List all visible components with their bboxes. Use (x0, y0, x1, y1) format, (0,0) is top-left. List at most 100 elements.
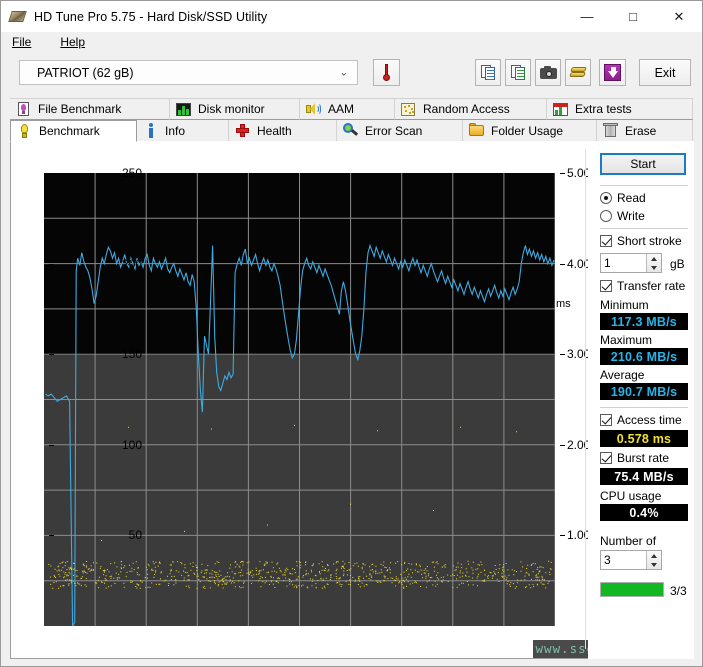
tab-disk-monitor[interactable]: Disk monitor (170, 98, 300, 120)
window-title: HD Tune Pro 5.75 - Hard Disk/SSD Utility (34, 10, 267, 24)
short-stroke-check-indicator (600, 235, 612, 247)
transfer-rate-check-indicator (600, 280, 612, 292)
checkbox-short-stroke[interactable]: Short stroke (600, 234, 682, 248)
average-label: Average (600, 368, 644, 382)
maximum-label: Maximum (600, 333, 652, 347)
screenshot-button[interactable] (535, 59, 561, 86)
hard-disk-icon (10, 9, 27, 24)
divider-3 (600, 407, 688, 408)
tab-info[interactable]: Info (137, 120, 229, 142)
burst-rate-label: Burst rate (617, 451, 669, 465)
tab-benchmark[interactable]: Benchmark (10, 120, 137, 142)
toolbar: PATRIOT (62 gB) ⌄ – °C Exit (1, 52, 702, 96)
y-axis-left-tick: 100 (102, 438, 142, 452)
passes-stepper[interactable] (646, 551, 661, 569)
exit-button[interactable]: Exit (639, 59, 691, 86)
drive-select-value: PATRIOT (62 gB) (37, 66, 134, 80)
tab-file-benchmark[interactable]: File Benchmark (10, 98, 170, 120)
menu-file-label: File (12, 35, 31, 49)
tab-disk-monitor-label: Disk monitor (198, 102, 265, 116)
checkbox-access-time[interactable]: Access time (600, 413, 682, 427)
tab-bar: File Benchmark Disk monitor AAM Random A… (10, 98, 693, 142)
y-axis-left-tickmark (49, 535, 54, 536)
y-axis-left-tickmark (49, 264, 54, 265)
checkbox-transfer-rate[interactable]: Transfer rate (600, 279, 685, 293)
tab-file-benchmark-label: File Benchmark (38, 102, 121, 116)
tab-erase[interactable]: Erase (597, 120, 693, 142)
y-axis-left-tick: 200 (102, 257, 142, 271)
tab-folder-usage[interactable]: Folder Usage (463, 120, 597, 142)
divider-2 (600, 228, 688, 229)
transfer-rate-label: Transfer rate (617, 279, 685, 293)
start-button[interactable]: Start (600, 153, 686, 175)
divider-1 (600, 185, 688, 186)
tab-extra-tests-label: Extra tests (575, 102, 632, 116)
gold-bars-icon (570, 66, 586, 79)
passes-input[interactable]: 3 (600, 550, 662, 570)
tab-info-label: Info (165, 124, 185, 138)
short-stroke-stepper[interactable] (646, 254, 661, 272)
temperature-button[interactable] (373, 59, 400, 86)
stepper-up-icon[interactable] (647, 254, 661, 263)
disk-monitor-icon (176, 102, 191, 117)
y-axis-left-tick: 50 (102, 528, 142, 542)
copy-image-button[interactable] (505, 59, 531, 86)
chart-canvas (44, 173, 555, 626)
minimum-value: 117.3 MB/s (600, 313, 688, 330)
y-axis-left-tickmark (49, 354, 54, 355)
minimize-button[interactable]: — (564, 1, 610, 32)
copy-document-icon (481, 65, 496, 80)
tab-folder-usage-label: Folder Usage (491, 124, 563, 138)
title-bar: HD Tune Pro 5.75 - Hard Disk/SSD Utility… (1, 1, 702, 32)
tab-health[interactable]: Health (229, 120, 337, 142)
random-access-icon (401, 102, 416, 117)
close-button[interactable]: ✕ (656, 1, 702, 32)
y-axis-left-tickmark (49, 445, 54, 446)
radio-write-indicator (600, 210, 612, 222)
radio-write[interactable]: Write (600, 209, 645, 223)
thermometer-icon (382, 64, 391, 81)
maximize-button[interactable]: □ (610, 1, 656, 32)
tab-row-1: File Benchmark Disk monitor AAM Random A… (10, 98, 693, 120)
chart-plot-area (44, 173, 555, 626)
y-axis-right-tickmark (560, 535, 565, 536)
radio-read-indicator (600, 192, 612, 204)
menu-bar: File Help (1, 32, 702, 52)
access-time-label: Access time (617, 413, 682, 427)
menu-help[interactable]: Help (58, 33, 96, 51)
drive-select[interactable]: PATRIOT (62 gB) ⌄ (19, 60, 358, 85)
tab-aam-label: AAM (328, 102, 354, 116)
copy-text-button[interactable] (475, 59, 501, 86)
progress-bar-fill (601, 583, 663, 596)
download-arrow-icon (604, 64, 621, 81)
access-time-value: 0.578 ms (600, 430, 688, 447)
chart-y-axis-right-label: ms (556, 298, 571, 310)
burst-rate-check-indicator (600, 452, 612, 464)
access-time-check-indicator (600, 414, 612, 426)
menu-help-label: Help (60, 35, 85, 49)
maximum-value: 210.6 MB/s (600, 348, 688, 365)
burst-rate-value: 75.4 MB/s (600, 468, 688, 485)
window-controls: — □ ✕ (564, 1, 702, 32)
health-cross-icon (235, 123, 250, 138)
short-stroke-unit: gB (670, 257, 685, 271)
tab-aam[interactable]: AAM (300, 98, 395, 120)
radio-read[interactable]: Read (600, 191, 646, 205)
tab-random-access[interactable]: Random Access (395, 98, 547, 120)
download-button[interactable] (599, 59, 626, 86)
menu-file[interactable]: File (10, 33, 42, 51)
panel-divider (585, 149, 586, 649)
passes-stepper-down-icon[interactable] (647, 560, 661, 569)
tab-benchmark-label: Benchmark (39, 124, 100, 138)
short-stroke-input[interactable]: 1 (600, 253, 662, 273)
tab-extra-tests[interactable]: Extra tests (547, 98, 693, 120)
tab-error-scan[interactable]: Error Scan (337, 120, 463, 142)
stepper-down-icon[interactable] (647, 263, 661, 272)
gold-button[interactable] (565, 59, 591, 86)
folder-icon (469, 123, 484, 138)
passes-stepper-up-icon[interactable] (647, 551, 661, 560)
progress-bar (600, 582, 664, 597)
radio-read-label: Read (617, 191, 646, 205)
checkbox-burst-rate[interactable]: Burst rate (600, 451, 669, 465)
error-scan-magnifier-icon (343, 123, 358, 138)
